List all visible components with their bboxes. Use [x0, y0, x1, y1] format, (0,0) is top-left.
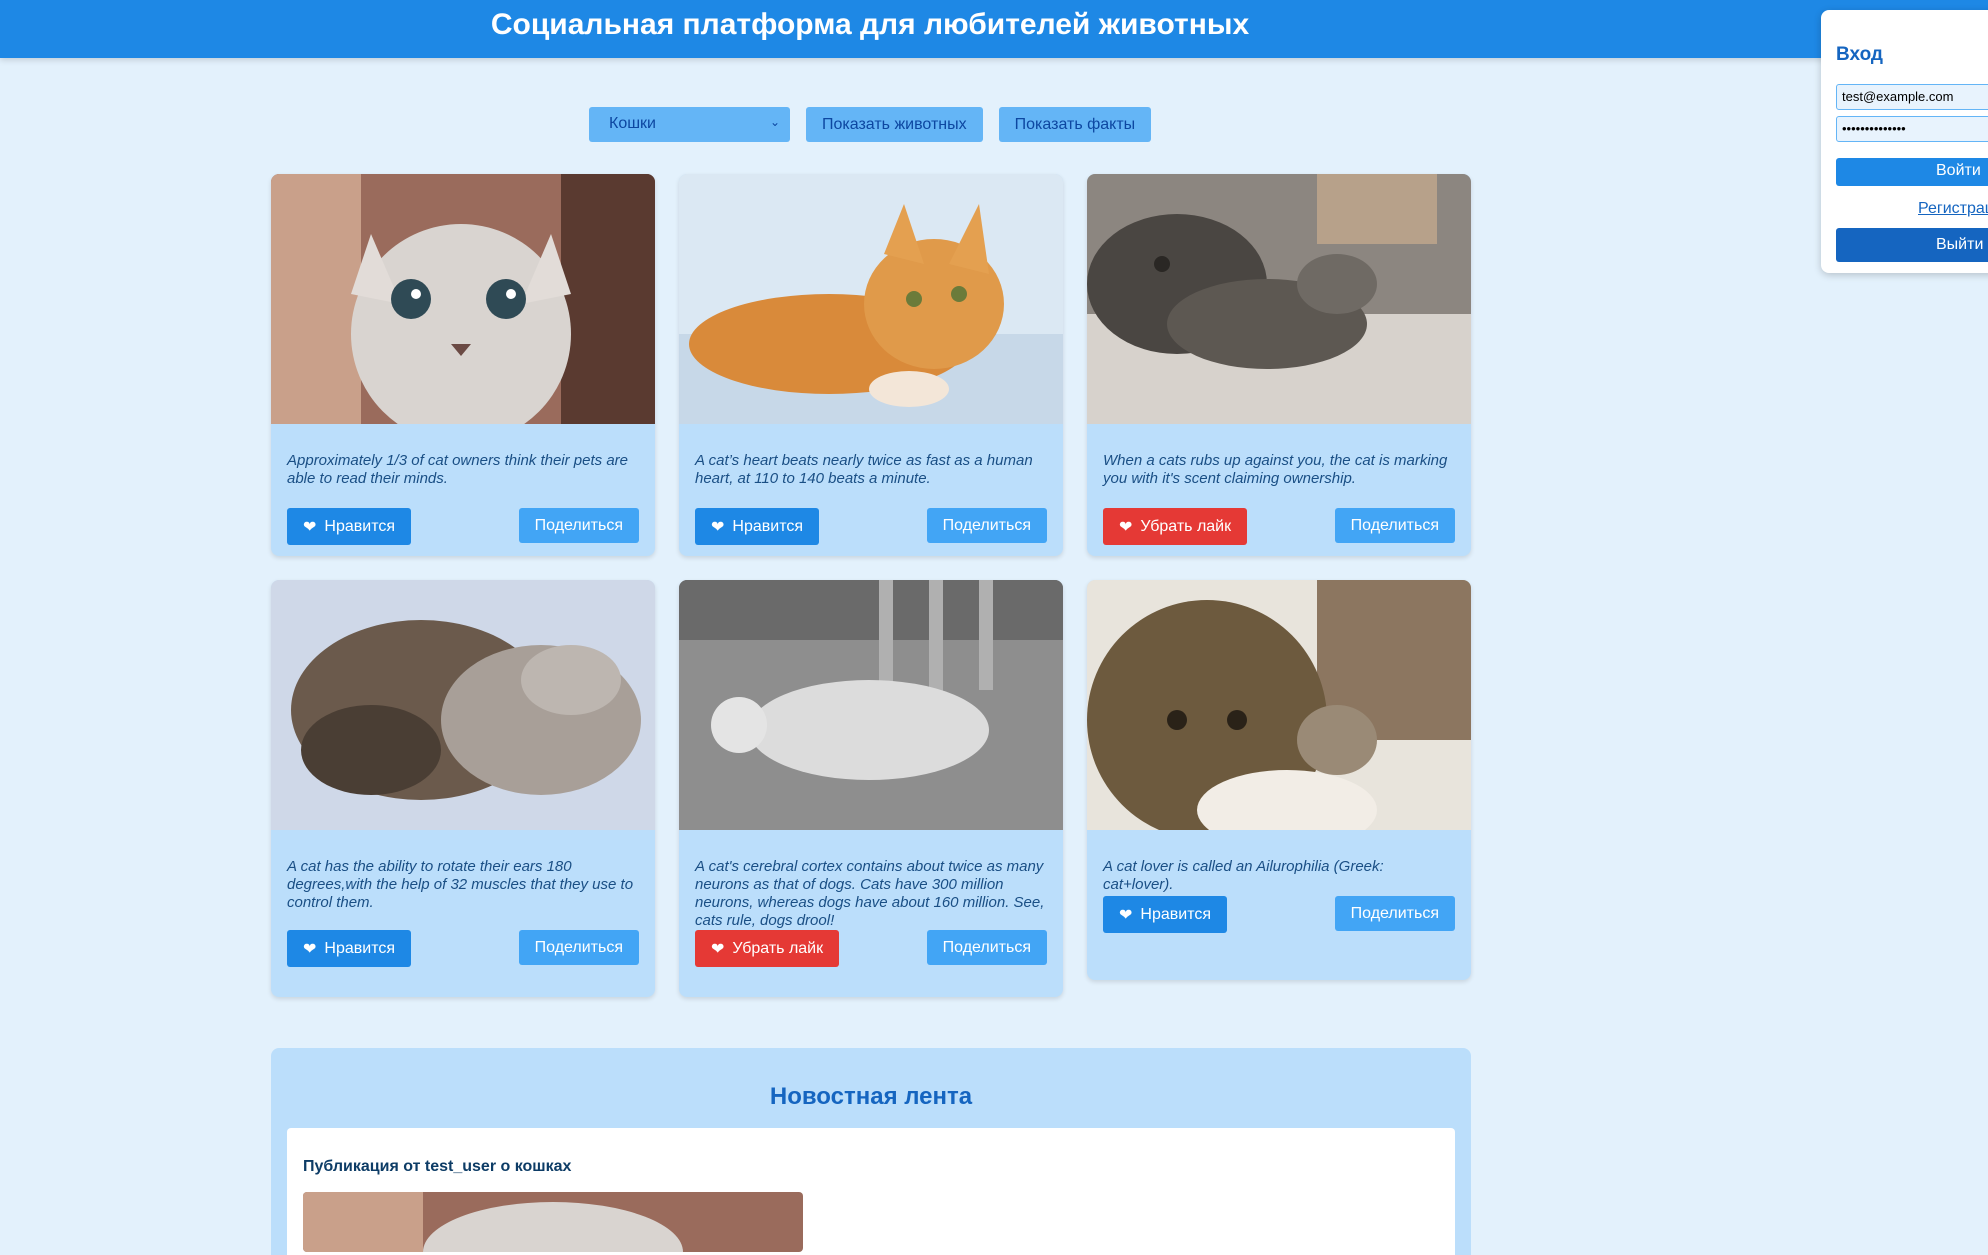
animal-fact: Approximately 1/3 of cat owners think th…: [287, 452, 629, 487]
cat-photo: [1087, 174, 1471, 424]
animal-select-value: Кошки: [609, 115, 656, 132]
card-actions: ❤ Нравится Поделиться: [1087, 896, 1471, 933]
animal-card: A cat’s heart beats nearly twice as fast…: [679, 174, 1063, 556]
news-post: Публикация от test_user о кошках: [287, 1128, 1455, 1255]
post-title: Публикация от test_user о кошках: [303, 1158, 572, 1175]
like-label: Нравится: [732, 517, 804, 535]
login-panel: Вход test@example.com •••••••••••••• Вой…: [1821, 10, 1988, 273]
animal-card: When a cats rubs up against you, the cat…: [1087, 174, 1471, 556]
animal-fact: A cat lover is called an Ailurophilia (G…: [1103, 858, 1384, 893]
card-actions: ❤ Убрать лайк Поделиться: [679, 930, 1063, 967]
share-button[interactable]: Поделиться: [926, 930, 1047, 965]
cat-photo: [1087, 580, 1471, 830]
heart-icon: ❤: [1119, 518, 1133, 536]
news-feed-title: Новостная лента: [769, 1083, 973, 1110]
header-bar: Социальная платформа для любителей живот…: [0, 0, 1988, 58]
like-label: Нравится: [1140, 905, 1212, 923]
card-actions: ❤ Нравится Поделиться: [679, 508, 1063, 545]
heart-icon: ❤: [303, 518, 317, 536]
card-actions: ❤ Нравится Поделиться: [271, 508, 655, 545]
like-button[interactable]: ❤ Нравится: [695, 508, 820, 545]
animal-card: A cat lover is called an Ailurophilia (G…: [1087, 580, 1471, 980]
animal-card: A cat's cerebral cortex contains about t…: [679, 580, 1063, 997]
animal-card: Approximately 1/3 of cat owners think th…: [271, 174, 655, 556]
share-button[interactable]: Поделиться: [518, 508, 639, 543]
like-label: Убрать лайк: [732, 939, 824, 957]
heart-icon: ❤: [1119, 906, 1133, 924]
animal-fact: A cat has the ability to rotate their ea…: [287, 858, 634, 911]
logout-button[interactable]: Выйти: [1836, 228, 1988, 262]
like-label: Убрать лайк: [1140, 517, 1232, 535]
news-feed: Новостная лента Публикация от test_user …: [271, 1048, 1471, 1255]
like-button[interactable]: ❤ Нравится: [287, 508, 412, 545]
like-label: Нравится: [324, 517, 396, 535]
show-animals-button[interactable]: Показать животных: [806, 107, 983, 142]
unlike-button[interactable]: ❤ Убрать лайк: [1103, 508, 1248, 545]
cat-photo: [679, 174, 1063, 424]
animal-card: A cat has the ability to rotate their ea…: [271, 580, 655, 997]
share-button[interactable]: Поделиться: [1334, 896, 1455, 931]
cat-photo: [271, 174, 655, 424]
password-field[interactable]: ••••••••••••••: [1836, 116, 1988, 142]
card-actions: ❤ Нравится Поделиться: [271, 930, 655, 967]
animal-fact: A cat's cerebral cortex contains about t…: [695, 858, 1045, 929]
heart-icon: ❤: [711, 518, 725, 536]
card-actions: ❤ Убрать лайк Поделиться: [1087, 508, 1471, 545]
animal-fact: A cat’s heart beats nearly twice as fast…: [695, 452, 1033, 487]
show-facts-button[interactable]: Показать факты: [998, 107, 1152, 142]
share-button[interactable]: Поделиться: [926, 508, 1047, 543]
cat-photo: [271, 580, 655, 830]
unlike-button[interactable]: ❤ Убрать лайк: [695, 930, 840, 967]
login-title: Вход: [1836, 44, 1883, 65]
login-button[interactable]: Войти: [1836, 158, 1988, 186]
chevron-down-icon: ⌄: [769, 115, 780, 129]
share-button[interactable]: Поделиться: [1334, 508, 1455, 543]
card-grid: Approximately 1/3 of cat owners think th…: [271, 174, 1471, 997]
cat-photo: [679, 580, 1063, 830]
heart-icon: ❤: [711, 940, 725, 958]
animal-select[interactable]: Кошки ⌄: [589, 107, 790, 142]
post-photo: [303, 1192, 803, 1252]
email-field[interactable]: test@example.com: [1836, 84, 1988, 110]
share-button[interactable]: Поделиться: [518, 930, 639, 965]
heart-icon: ❤: [303, 940, 317, 958]
like-label: Нравится: [324, 939, 396, 957]
controls-bar: Кошки ⌄ Показать животных Показать факты: [589, 107, 1152, 142]
page-title: Социальная платформа для любителей живот…: [490, 8, 1250, 41]
like-button[interactable]: ❤ Нравится: [287, 930, 412, 967]
animal-fact: When a cats rubs up against you, the cat…: [1103, 452, 1448, 487]
register-link[interactable]: Регистрация: [1918, 200, 1988, 218]
like-button[interactable]: ❤ Нравится: [1103, 896, 1228, 933]
